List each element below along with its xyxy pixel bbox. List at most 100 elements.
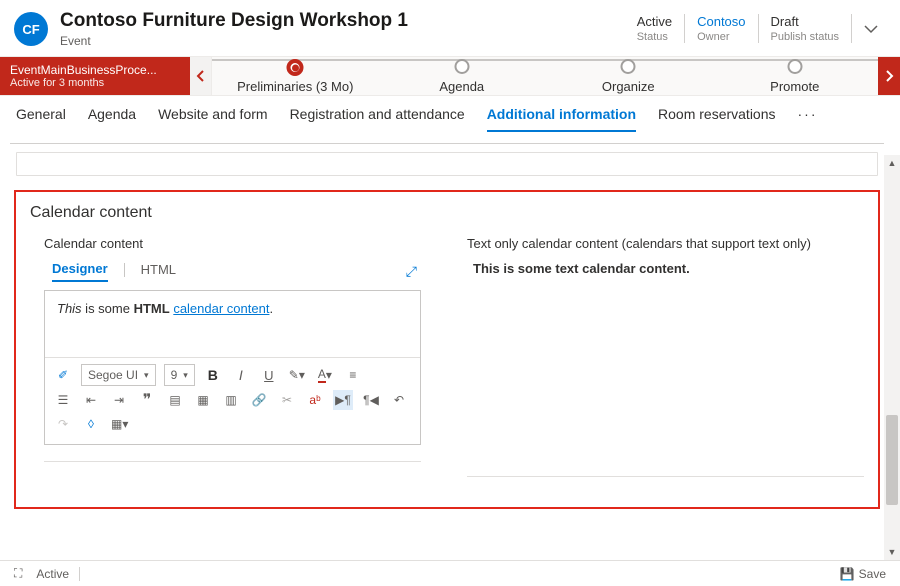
tab-room-reservations[interactable]: Room reservations [658,106,776,132]
bpf-stage-agenda[interactable]: Agenda [379,77,546,94]
link-button[interactable]: 🔗 [249,390,269,410]
bullets-button[interactable]: ≡ [343,365,363,385]
owner-label: Owner [697,31,745,43]
editor-text: HTML [134,301,170,316]
save-button[interactable]: 💾 Save [840,567,886,581]
collapsed-field[interactable] [16,152,878,176]
bpf-stage-label: Promote [712,79,879,94]
header-status-status: Active Status [625,14,685,43]
superscript-button[interactable]: aᵇ [305,390,325,410]
avatar: CF [14,12,48,46]
blockquote-button[interactable]: ❞ [137,390,157,410]
page-title: Contoso Furniture Design Workshop 1 [60,10,625,32]
vertical-scrollbar[interactable]: ▲ ▼ [884,155,900,560]
save-icon: 💾 [840,567,855,581]
editor-text: is some [82,301,134,316]
footer-separator [79,567,80,581]
tab-additional-information[interactable]: Additional information [487,106,636,132]
numbered-list-button[interactable]: ☰ [53,390,73,410]
bpf-duration: Active for 3 months [10,77,180,89]
bpf-stages: Preliminaries (3 Mo) Agenda Organize Pro… [212,57,878,95]
editor-tab-designer[interactable]: Designer [52,261,108,282]
tab-registration[interactable]: Registration and attendance [290,106,465,132]
bpf-dot-icon [287,59,304,76]
bpf-stage-organize[interactable]: Organize [545,77,712,94]
editor-tabs: Designer HTML ⤢ [30,261,427,282]
bpf-name-text: EventMainBusinessProce... [10,63,180,77]
text-only-value[interactable]: This is some text calendar content. [467,261,864,276]
expand-footer-icon[interactable]: ⛶ [14,566,22,581]
format-painter-icon[interactable]: ✐ [53,365,73,385]
clear-format-button[interactable]: ◊ [81,414,101,434]
field-divider [44,461,421,462]
align-center-button[interactable]: ▦ [193,390,213,410]
bpf-prev-arrow[interactable] [190,57,212,95]
editor-link[interactable]: calendar content [173,301,269,316]
editor-tab-separator [124,263,125,277]
header-status-publish: Draft Publish status [759,14,852,43]
bpf-dot-icon [454,59,469,74]
tab-website-and-form[interactable]: Website and form [158,106,267,132]
expand-editor-icon[interactable]: ⤢ [406,263,417,280]
undo-button[interactable]: ↶ [389,390,409,410]
field-divider [467,476,864,477]
underline-button[interactable]: U [259,365,279,385]
editor-text: This [57,301,82,316]
tab-overflow[interactable]: ··· [798,106,818,132]
italic-button[interactable]: I [231,365,251,385]
field-label-calendar-content: Calendar content [30,236,427,251]
rtl-direction-button[interactable]: ¶◀ [361,390,381,410]
unlink-button[interactable]: ✂ [277,390,297,410]
footer-status: Active [36,567,69,581]
scroll-down-arrow-icon[interactable]: ▼ [884,544,900,560]
scroll-thumb[interactable] [886,415,898,505]
entity-name: Event [60,34,625,48]
table-button[interactable]: ▦▾ [109,414,130,434]
indent-button[interactable]: ⇥ [109,390,129,410]
bpf-next-arrow[interactable] [878,57,900,95]
font-family-select[interactable]: Segoe UI [81,364,156,386]
font-size-select[interactable]: 9 [164,364,195,386]
save-label: Save [859,567,886,581]
editor-toolbar: ✐ Segoe UI 9 B I U ✎▾ A▾ ≡ [45,357,420,444]
align-left-button[interactable]: ▤ [165,390,185,410]
form-tabs: General Agenda Website and form Registra… [0,96,900,133]
outdent-button[interactable]: ⇤ [81,390,101,410]
tab-general[interactable]: General [16,106,66,132]
title-block: Contoso Furniture Design Workshop 1 Even… [60,10,625,48]
publish-value: Draft [771,14,839,29]
status-value: Active [637,14,672,29]
section-title: Calendar content [30,204,864,222]
bpf-process-name[interactable]: EventMainBusinessProce... Active for 3 m… [0,57,190,95]
field-label-text-only: Text only calendar content (calendars th… [467,236,864,251]
header-status-block: Active Status Contoso Owner Draft Publis… [625,10,884,43]
status-label: Status [637,31,672,43]
ltr-direction-button[interactable]: ▶¶ [333,390,353,410]
bold-button[interactable]: B [203,365,223,385]
owner-value[interactable]: Contoso [697,14,745,29]
bpf-dot-icon [621,59,636,74]
scroll-up-arrow-icon[interactable]: ▲ [884,155,900,171]
bpf-stage-preliminaries[interactable]: Preliminaries (3 Mo) [212,77,379,94]
calendar-content-section: Calendar content Calendar content Design… [14,190,880,509]
form-body: Calendar content Calendar content Design… [0,133,900,533]
font-color-button[interactable]: A▾ [315,365,335,385]
redo-button[interactable]: ↷ [53,414,73,434]
business-process-flow: EventMainBusinessProce... Active for 3 m… [0,56,900,96]
bpf-connector-line [212,59,878,61]
bpf-stage-promote[interactable]: Promote [712,77,879,94]
scroll-area[interactable]: Calendar content Calendar content Design… [10,143,884,533]
highlight-color-button[interactable]: ✎▾ [287,365,307,385]
record-header: CF Contoso Furniture Design Workshop 1 E… [0,0,900,56]
calendar-content-right: Text only calendar content (calendars th… [467,236,864,477]
header-expand-button[interactable] [858,16,884,42]
editor-tab-html[interactable]: HTML [141,262,176,281]
align-right-button[interactable]: ▥ [221,390,241,410]
publish-label: Publish status [771,31,839,43]
editor-text: . [269,301,273,316]
editor-canvas[interactable]: This is some HTML calendar content. [45,291,420,357]
header-status-owner[interactable]: Contoso Owner [685,14,758,43]
tab-agenda[interactable]: Agenda [88,106,136,132]
status-bar: ⛶ Active 💾 Save [0,560,900,586]
rich-text-editor: This is some HTML calendar content. ✐ Se… [44,290,421,445]
